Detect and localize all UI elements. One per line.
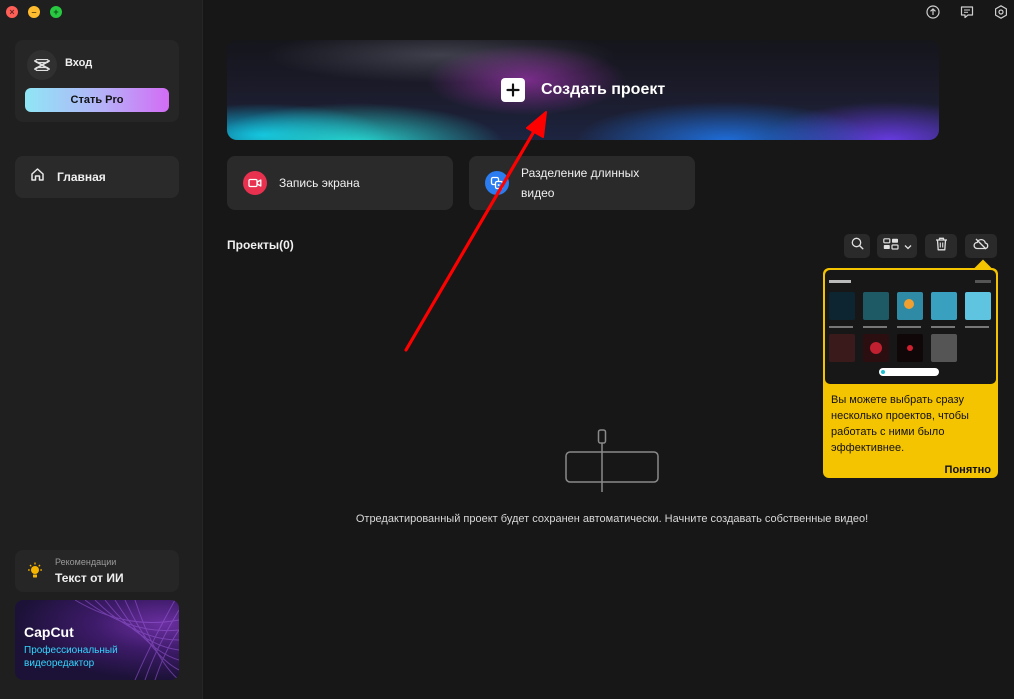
login-card: Вход Стать Pro	[15, 40, 179, 122]
projects-title: Проекты	[227, 238, 280, 252]
lightbulb-icon	[27, 562, 43, 585]
empty-state-message: Отредактированный проект будет сохранен …	[355, 513, 869, 525]
tooltip-text: Вы можете выбрать сразу несколько проект…	[831, 394, 969, 454]
video-camera-icon	[243, 171, 267, 195]
view-mode-dropdown[interactable]	[877, 234, 917, 258]
delete-button[interactable]	[925, 234, 957, 258]
maximize-window-button[interactable]: +	[50, 6, 62, 18]
feedback-icon[interactable]	[959, 4, 975, 20]
home-icon	[30, 167, 45, 187]
plus-icon	[501, 78, 525, 102]
split-video-button[interactable]: Разделение длинных видео	[469, 156, 695, 210]
screen-record-label: Запись экрана	[279, 176, 360, 190]
sidebar-item-label: Главная	[57, 170, 106, 184]
create-project-button[interactable]: Создать проект	[227, 40, 939, 140]
split-video-icon	[485, 171, 509, 195]
window-controls: × – +	[6, 6, 62, 18]
settings-icon[interactable]	[993, 4, 1009, 20]
upload-icon[interactable]	[925, 4, 941, 20]
get-pro-button[interactable]: Стать Pro	[25, 88, 169, 112]
close-window-button[interactable]: ×	[6, 6, 18, 18]
recommendation-caption: Рекомендации	[55, 557, 117, 567]
trash-icon	[935, 237, 948, 256]
sidebar-item-home[interactable]: Главная	[15, 156, 179, 198]
capcut-logo-icon[interactable]	[27, 50, 57, 80]
create-project-content: Создать проект	[501, 78, 665, 102]
sidebar: × – + Вход Стать Pro Главная Рекомендаци…	[0, 0, 203, 699]
search-icon	[851, 237, 864, 255]
recommendation-title: Текст от ИИ	[55, 571, 124, 585]
multi-select-tooltip: Вы можете выбрать сразу несколько проект…	[823, 268, 998, 478]
header-toolbar	[925, 4, 1009, 20]
promo-banner[interactable]: CapCut Профессиональный видеоредактор	[15, 600, 179, 680]
promo-subtitle: Профессиональный видеоредактор	[24, 645, 118, 669]
tooltip-ok-button[interactable]: Понятно	[945, 464, 991, 476]
empty-projects-illustration	[562, 428, 662, 499]
grid-view-icon	[882, 237, 899, 255]
screen-record-button[interactable]: Запись экрана	[227, 156, 453, 210]
capcut-app-window: × – + Вход Стать Pro Главная Рекомендаци…	[0, 0, 1014, 699]
login-link[interactable]: Вход	[65, 57, 92, 69]
cloud-sync-button[interactable]	[965, 234, 997, 258]
projects-count: (0)	[279, 238, 294, 252]
search-button[interactable]	[844, 234, 870, 258]
promo-title: CapCut	[24, 624, 74, 640]
tooltip-preview-image	[825, 270, 996, 384]
chevron-down-icon	[904, 237, 912, 255]
minimize-window-button[interactable]: –	[28, 6, 40, 18]
create-project-label: Создать проект	[541, 81, 666, 98]
projects-heading: Проекты(0)	[227, 238, 294, 252]
recommendation-card[interactable]: Рекомендации Текст от ИИ	[15, 550, 179, 592]
split-video-label: Разделение длинных видео	[521, 166, 640, 200]
cloud-off-icon	[973, 237, 989, 255]
